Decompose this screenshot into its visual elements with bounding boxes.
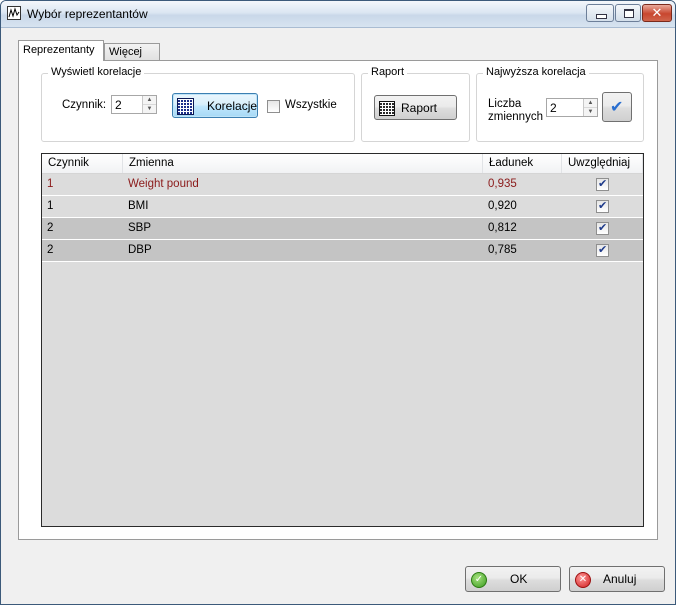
ok-button[interactable]: ✓ OK xyxy=(465,566,561,592)
cell-loading: 0,935 xyxy=(488,178,517,190)
stepper-up-icon[interactable]: ▲ xyxy=(143,96,156,105)
cell-loading: 0,812 xyxy=(488,222,517,234)
cancel-button[interactable]: ✕ Anuluj xyxy=(569,566,665,592)
cell-variable: SBP xyxy=(128,222,152,234)
column-header-ladunek[interactable]: Ładunek xyxy=(483,154,562,173)
stepper-arrows[interactable]: ▲ ▼ xyxy=(583,99,597,116)
correlations-button-label: Korelacje xyxy=(207,99,258,113)
stepper-down-icon[interactable]: ▼ xyxy=(143,105,156,113)
stepper-arrows[interactable]: ▲ ▼ xyxy=(142,96,156,113)
count-stepper[interactable]: 2 ▲ ▼ xyxy=(546,98,598,117)
cancel-icon: ✕ xyxy=(575,572,591,588)
cell-variable: DBP xyxy=(128,244,152,256)
ok-icon: ✓ xyxy=(471,572,487,588)
include-checkbox[interactable] xyxy=(596,199,609,213)
count-label-line1: Liczba xyxy=(488,98,522,110)
include-checkbox[interactable] xyxy=(596,177,609,191)
tab-panel: Wyświetl korelacje Czynnik: 2 ▲ ▼ Korela… xyxy=(18,60,658,540)
cell-factor: 2 xyxy=(47,222,54,234)
group-title: Najwyższa korelacja xyxy=(483,66,589,78)
count-label-line2: zmiennych xyxy=(488,111,543,123)
table-row[interactable]: 2 SBP 0,812 xyxy=(42,218,643,240)
count-value: 2 xyxy=(550,101,557,115)
cell-factor: 2 xyxy=(47,244,54,256)
factor-label: Czynnik: xyxy=(62,99,107,111)
factor-stepper[interactable]: 2 ▲ ▼ xyxy=(111,95,157,114)
factor-value: 2 xyxy=(115,98,122,112)
group-report: Raport Raport xyxy=(361,66,470,142)
cell-loading: 0,785 xyxy=(488,244,517,256)
group-title: Wyświetl korelacje xyxy=(48,66,145,78)
window-title: Wybór reprezentantów xyxy=(27,7,148,21)
cell-variable: Weight pound xyxy=(128,178,199,190)
report-button[interactable]: Raport xyxy=(374,95,457,120)
include-checkbox[interactable] xyxy=(596,221,609,235)
tab-wiecej[interactable]: Więcej xyxy=(104,43,160,61)
minimize-icon xyxy=(596,14,607,19)
all-label: Wszystkie xyxy=(285,99,337,111)
close-button[interactable]: ✕ xyxy=(642,4,672,22)
maximize-icon xyxy=(624,9,634,18)
table-row[interactable]: 1 BMI 0,920 xyxy=(42,196,643,218)
stepper-up-icon[interactable]: ▲ xyxy=(584,99,597,108)
apply-highest-button[interactable]: ✔ xyxy=(602,92,632,122)
maximize-button[interactable] xyxy=(615,4,641,22)
stepper-down-icon[interactable]: ▼ xyxy=(584,108,597,116)
checkmark-icon: ✔ xyxy=(610,99,624,116)
table-row[interactable]: 1 Weight pound 0,935 xyxy=(42,174,643,196)
cell-loading: 0,920 xyxy=(488,200,517,212)
title-bar[interactable]: Wybór reprezentantów ✕ xyxy=(1,1,675,28)
report-button-label: Raport xyxy=(401,101,438,115)
table-header: Czynnik Zmienna Ładunek Uwzględniaj xyxy=(42,154,643,174)
group-show-correlations: Wyświetl korelacje Czynnik: 2 ▲ ▼ Korela… xyxy=(41,66,355,142)
cancel-button-label: Anuluj xyxy=(603,572,637,586)
all-checkbox[interactable] xyxy=(267,100,280,113)
column-header-zmienna[interactable]: Zmienna xyxy=(123,154,483,173)
app-icon xyxy=(7,6,21,20)
column-header-uwzgledniaj[interactable]: Uwzględniaj xyxy=(562,154,643,173)
correlations-button[interactable]: Korelacje xyxy=(172,93,258,118)
tab-reprezentanty[interactable]: Reprezentanty xyxy=(18,40,104,61)
column-header-czynnik[interactable]: Czynnik xyxy=(42,154,123,173)
close-icon: ✕ xyxy=(651,5,663,20)
include-checkbox[interactable] xyxy=(596,243,609,257)
cell-variable: BMI xyxy=(128,200,149,212)
table-row[interactable]: 2 DBP 0,785 xyxy=(42,240,643,262)
cell-factor: 1 xyxy=(47,178,54,190)
minimize-button[interactable] xyxy=(586,4,614,22)
dialog-window: Wybór reprezentantów ✕ Reprezentanty Wię… xyxy=(0,0,676,605)
ok-button-label: OK xyxy=(510,572,528,586)
representatives-table: Czynnik Zmienna Ładunek Uwzględniaj 1 We… xyxy=(41,153,644,527)
grid-icon xyxy=(177,98,194,115)
group-title: Raport xyxy=(368,66,408,78)
cell-factor: 1 xyxy=(47,200,54,212)
report-icon xyxy=(379,101,395,116)
